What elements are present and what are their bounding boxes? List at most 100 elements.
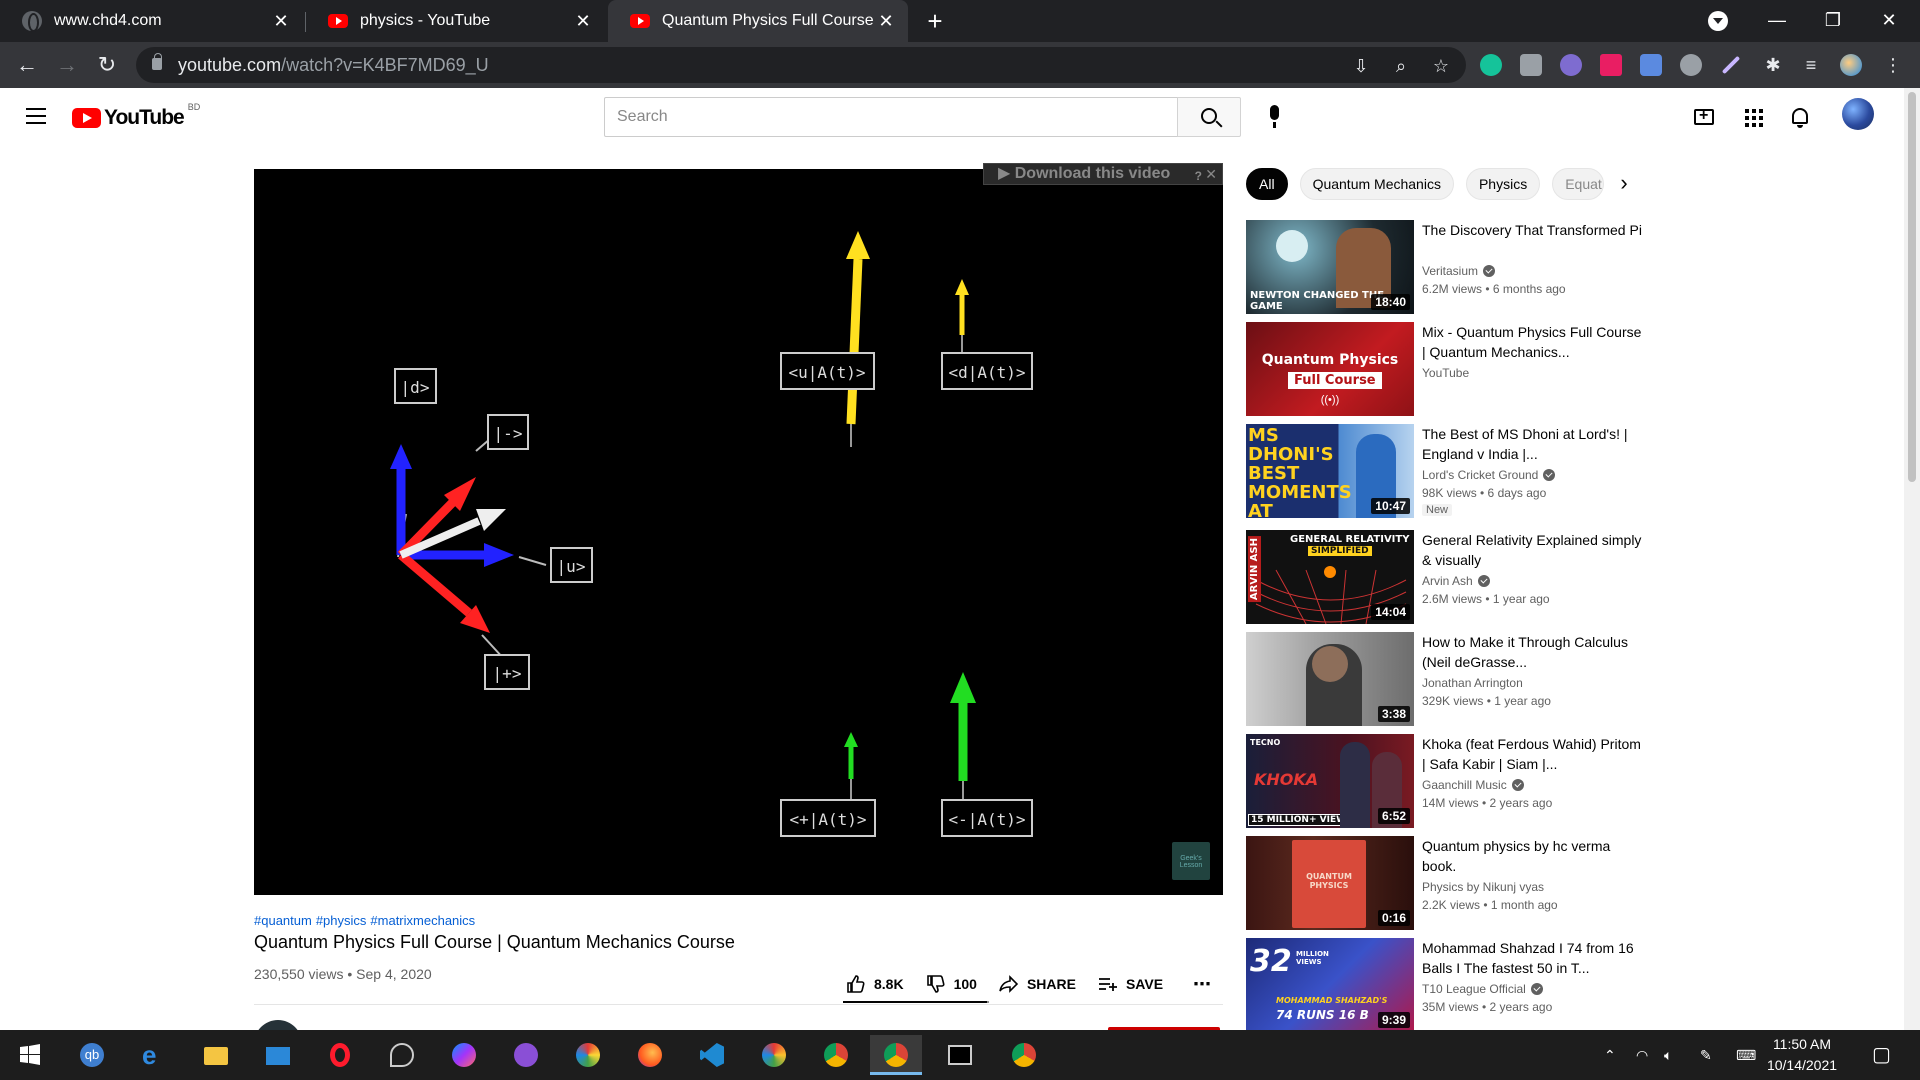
create-video-icon[interactable]: [1694, 107, 1714, 125]
chrome-active-taskbar-icon[interactable]: [870, 1035, 922, 1075]
chevron-right-icon[interactable]: ›: [1614, 172, 1634, 194]
save-button[interactable]: SAVE: [1098, 974, 1163, 994]
url-text[interactable]: youtube.com/watch?v=K4BF7MD69_U: [178, 55, 489, 76]
page-scrollbar[interactable]: [1904, 88, 1920, 1030]
tab-quantum-physics[interactable]: Quantum Physics Full Course | Qu ✕: [608, 0, 908, 42]
recommendation-item[interactable]: Quantum Physics Full Course ((•)) Mix - …: [1246, 322, 1646, 418]
tab-chd4[interactable]: www.chd4.com ✕: [0, 0, 304, 42]
grammarly-extension-icon[interactable]: [1480, 54, 1502, 76]
video-thumbnail[interactable]: ARVIN ASH GENERAL RELATIVITY SIMPLIFIED …: [1246, 530, 1414, 624]
hashtag-link[interactable]: #quantum: [254, 913, 312, 928]
recommendation-item[interactable]: MS DHONI'S BEST MOMENTS AT LORD'S 10:47 …: [1246, 424, 1646, 520]
terminal-taskbar-icon[interactable]: [940, 1035, 980, 1075]
notification-center-icon[interactable]: ▢: [1872, 1030, 1891, 1080]
show-hidden-icons-chevron-icon[interactable]: ⌃: [1604, 1030, 1616, 1080]
tab-close-icon[interactable]: ✕: [574, 11, 592, 32]
window-close-icon[interactable]: ✕: [1866, 0, 1912, 42]
recommendation-item[interactable]: QUANTUM PHYSICS 0:16 Quantum physics by …: [1246, 836, 1646, 932]
reload-icon[interactable]: ↻: [92, 50, 122, 80]
hashtag-link[interactable]: #matrixmechanics: [370, 913, 475, 928]
paint-taskbar-icon[interactable]: [568, 1035, 608, 1075]
player-extension-icon[interactable]: [1600, 54, 1622, 76]
edge-taskbar-icon[interactable]: e: [134, 1035, 174, 1075]
github-desktop-taskbar-icon[interactable]: [506, 1035, 546, 1075]
qbittorrent-taskbar-icon[interactable]: qb: [72, 1035, 112, 1075]
wifi-icon[interactable]: ◠: [1636, 1030, 1648, 1080]
bookmark-star-icon[interactable]: ☆: [1430, 55, 1452, 77]
opera-taskbar-icon[interactable]: [320, 1035, 360, 1075]
file-explorer-taskbar-icon[interactable]: [196, 1035, 236, 1075]
new-tab-button[interactable]: +: [920, 6, 950, 36]
lock-icon[interactable]: [152, 53, 162, 70]
menu-icon[interactable]: [26, 108, 46, 124]
video-thumbnail[interactable]: TECNO KHOKA 15 MILLION+ VIEWS 6:52: [1246, 734, 1414, 828]
notifications-bell-icon[interactable]: [1788, 106, 1812, 130]
address-bar[interactable]: youtube.com/watch?v=K4BF7MD69_U ⇩ ⌕ ☆: [136, 47, 1466, 83]
scrollbar-thumb[interactable]: [1908, 92, 1916, 482]
youtube-logo[interactable]: YouTube BD: [72, 102, 200, 130]
voice-search-button[interactable]: [1258, 101, 1290, 133]
channel-watermark[interactable]: Geek's Lesson: [1172, 842, 1210, 880]
video-thumbnail[interactable]: NEWTON CHANGED THE GAME 18:40: [1246, 220, 1414, 314]
chrome-profile-taskbar-icon[interactable]: [1004, 1035, 1044, 1075]
chip-equations[interactable]: Equat: [1552, 168, 1605, 200]
tab-close-icon[interactable]: ✕: [272, 11, 290, 32]
search-input[interactable]: [604, 97, 1178, 137]
firefox-taskbar-icon[interactable]: [630, 1035, 670, 1075]
vscode-taskbar-icon[interactable]: [692, 1035, 732, 1075]
mix-thumbnail[interactable]: Quantum Physics Full Course ((•)): [1246, 322, 1414, 416]
video-thumbnail[interactable]: MS DHONI'S BEST MOMENTS AT LORD'S 10:47: [1246, 424, 1414, 518]
download-video-bar[interactable]: ▶ Download this video? ✕: [983, 163, 1223, 185]
profile-avatar[interactable]: [1840, 54, 1862, 76]
taskbar-clock[interactable]: 11:50 AM 10/14/2021: [1756, 1034, 1848, 1076]
help-icon[interactable]: ?: [1195, 166, 1202, 186]
tab-search-icon[interactable]: [1708, 11, 1728, 31]
windows-start-button[interactable]: [10, 1035, 50, 1075]
like-button[interactable]: 8.8K: [846, 974, 904, 994]
chip-physics[interactable]: Physics: [1465, 168, 1541, 200]
extension-icon[interactable]: [1680, 54, 1702, 76]
chip-all[interactable]: All: [1246, 168, 1288, 200]
video-player[interactable]: |d> |-> |u> |+> <u|A(t)> <d|A(t)> <+|A(t…: [254, 169, 1223, 895]
recommendation-item[interactable]: TECNO KHOKA 15 MILLION+ VIEWS 6:52 Khoka…: [1246, 734, 1646, 830]
volume-icon[interactable]: 🔈︎: [1664, 1030, 1672, 1080]
download-extension-icon[interactable]: [1640, 54, 1662, 76]
keyboard-icon[interactable]: ⌨: [1736, 1030, 1756, 1080]
mail-taskbar-icon[interactable]: [258, 1035, 298, 1075]
hashtag-link[interactable]: #physics: [316, 913, 367, 928]
pen-workspace-icon[interactable]: ✎: [1700, 1030, 1712, 1080]
recommendation-item[interactable]: 32 MILLION VIEWS MOHAMMAD SHAHZAD'S 74 R…: [1246, 938, 1646, 1034]
recommendation-item[interactable]: 3:38 How to Make it Through Calculus (Ne…: [1246, 632, 1646, 728]
chrome-menu-icon[interactable]: ⋮: [1882, 54, 1904, 76]
video-thumbnail[interactable]: QUANTUM PHYSICS 0:16: [1246, 836, 1414, 930]
minimize-icon[interactable]: —: [1754, 0, 1800, 42]
video-thumbnail[interactable]: 3:38: [1246, 632, 1414, 726]
tab-close-icon[interactable]: ✕: [878, 11, 894, 32]
share-button[interactable]: SHARE: [999, 974, 1076, 994]
account-avatar[interactable]: [1842, 98, 1874, 130]
back-icon[interactable]: ←: [12, 50, 42, 80]
pen-extension-icon[interactable]: [1721, 55, 1741, 75]
reading-list-icon[interactable]: ≡: [1800, 54, 1822, 76]
chrome-taskbar-icon[interactable]: [816, 1035, 856, 1075]
more-actions-button[interactable]: ⋯: [1193, 974, 1211, 995]
recommendation-item[interactable]: NEWTON CHANGED THE GAME 18:40 The Discov…: [1246, 220, 1646, 316]
search-button[interactable]: [1177, 97, 1241, 137]
satellite-app-taskbar-icon[interactable]: [382, 1035, 422, 1075]
close-icon[interactable]: ✕: [1205, 164, 1217, 184]
messenger-taskbar-icon[interactable]: [444, 1035, 484, 1075]
extension-icon[interactable]: [1560, 54, 1582, 76]
tab-physics-youtube[interactable]: physics - YouTube ✕: [306, 0, 606, 42]
recommendation-item[interactable]: ARVIN ASH GENERAL RELATIVITY SIMPLIFIED …: [1246, 530, 1646, 626]
puzzle-extensions-icon[interactable]: ✱: [1762, 54, 1784, 76]
video-thumbnail[interactable]: 32 MILLION VIEWS MOHAMMAD SHAHZAD'S 74 R…: [1246, 938, 1414, 1032]
zoom-icon[interactable]: ⌕: [1390, 55, 1412, 77]
install-icon[interactable]: ⇩: [1350, 55, 1372, 77]
camera-extension-icon[interactable]: [1520, 54, 1542, 76]
dislike-button[interactable]: 100: [926, 974, 977, 994]
chromium-app-taskbar-icon[interactable]: [754, 1035, 794, 1075]
forward-icon[interactable]: →: [52, 50, 82, 80]
apps-grid-icon[interactable]: [1742, 106, 1766, 130]
chip-quantum-mechanics[interactable]: Quantum Mechanics: [1299, 168, 1454, 200]
restore-icon[interactable]: ❐: [1810, 0, 1856, 42]
